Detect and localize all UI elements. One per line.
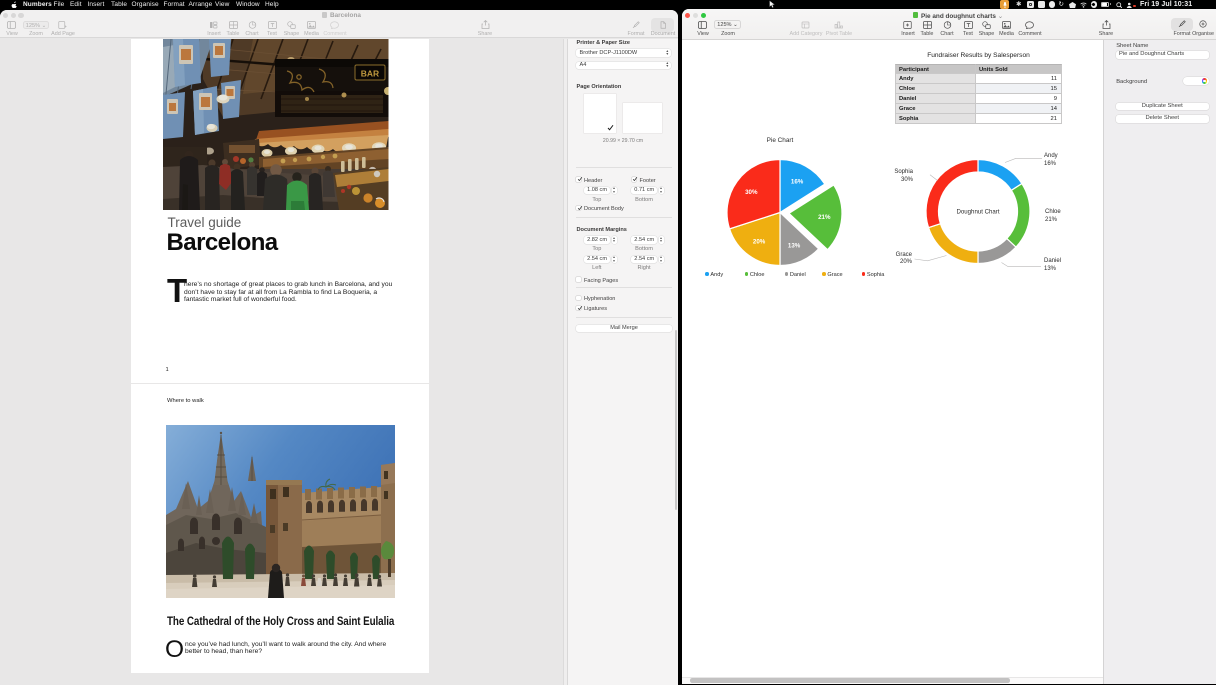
svg-text:16%: 16% (791, 179, 804, 186)
svg-text:20%: 20% (753, 238, 766, 245)
svg-text:Doughnut Chart: Doughnut Chart (956, 209, 999, 216)
svg-text:21%: 21% (818, 214, 831, 221)
svg-text:13%: 13% (788, 242, 801, 249)
svg-text:30%: 30% (745, 189, 758, 196)
